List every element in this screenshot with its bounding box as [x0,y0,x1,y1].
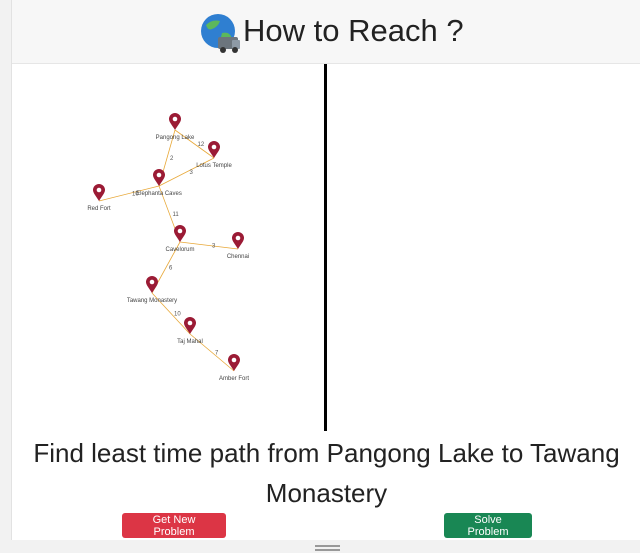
graph-node-chennai[interactable]: Chennai [227,232,249,260]
edge-weight-label: 6 [169,266,173,272]
edge-weight-label: 2 [170,156,174,162]
map-pin-dot [235,235,241,241]
map-pin-icon [184,317,196,334]
graph-node-amber[interactable]: Amber Fort [219,354,249,382]
node-label: Elephanta Caves [136,191,182,197]
graph-node-pangong[interactable]: Pangong Lake [156,113,195,141]
node-label: Amber Fort [219,376,249,382]
node-label: Lotus Temple [196,163,232,169]
map-pin-icon [93,184,105,201]
map-pin-dot [156,172,162,178]
node-label: Tawang Monastery [127,298,177,304]
panel-divider [324,64,327,431]
node-label: Chennai [227,254,249,260]
resize-handle[interactable] [315,545,340,551]
map-pin-icon [169,113,181,130]
graph-node-elephanta[interactable]: Elephanta Caves [136,169,182,197]
map-pin-dot [177,228,183,234]
map-pin-icon [232,232,244,249]
node-label: Cavelorum [165,247,194,253]
map-pin-dot [211,144,217,150]
map-pin-dot [96,187,102,193]
map-pin-dot [187,320,193,326]
map-pin-icon [146,276,158,293]
solve-problem-button[interactable]: Solve Problem [444,513,532,538]
map-pin-dot [172,116,178,122]
get-new-problem-button[interactable]: Get New Problem [122,513,226,538]
graph-node-red[interactable]: Red Fort [87,184,111,212]
map-pin-icon [174,225,186,242]
edge-weight-label: 10 [174,312,181,318]
node-label: Red Fort [87,206,111,212]
edge-weight-label: 3 [190,170,194,176]
globe-truck-logo-icon [201,14,240,53]
route-graph: 1223101136107Pangong LakeLotus TempleEle… [87,113,249,382]
map-pin-dot [231,357,237,363]
graph-node-tajmahal[interactable]: Taj Mahal [177,317,203,345]
graph-node-tawang[interactable]: Tawang Monastery [127,276,177,304]
edge-weight-label: 11 [173,212,180,218]
edge-weight-label: 12 [198,142,205,148]
node-label: Pangong Lake [156,135,195,141]
node-label: Taj Mahal [177,339,203,345]
map-pin-dot [149,279,155,285]
map-pin-icon [228,354,240,371]
problem-statement: Find least time path from Pangong Lake t… [33,438,620,508]
graph-node-cavelorum[interactable]: Cavelorum [165,225,195,253]
edge-weight-label: 7 [215,351,219,357]
app-card: How to Reach ? 12 2 3 10 11 3 6 10 7 Pangong Lake… [11,0,640,540]
header: How to Reach ? [12,0,640,64]
page-title: How to Reach ? [243,13,464,48]
